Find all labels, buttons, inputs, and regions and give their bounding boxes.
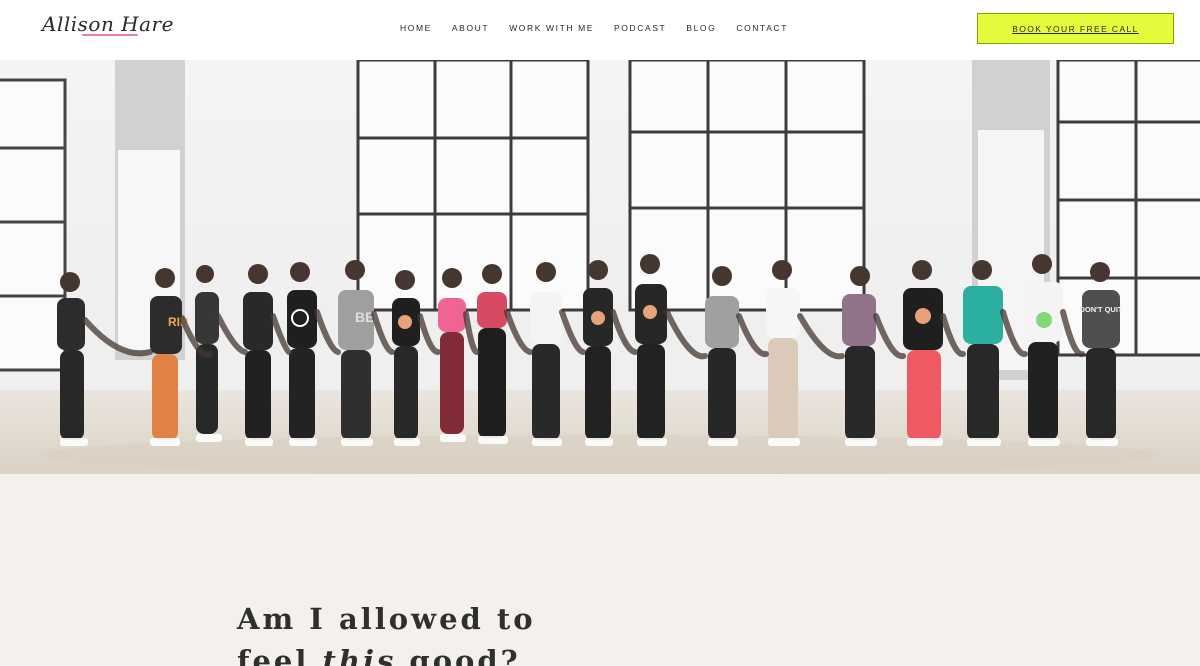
- hero-photo-illustration: RIP BE DON'T QUIT: [0, 60, 1200, 474]
- intro-headline: Am I allowed to feel this good?: [237, 598, 536, 666]
- nav-link-work-with-me[interactable]: WORK WITH ME: [509, 23, 594, 33]
- book-free-call-button[interactable]: BOOK YOUR FREE CALL: [977, 13, 1174, 44]
- hero-image: RIP BE DON'T QUIT: [0, 60, 1200, 474]
- nav-link-blog[interactable]: BLOG: [686, 23, 716, 33]
- site-header: Allison Hare HOME ABOUT WORK WITH ME POD…: [0, 0, 1200, 60]
- intro-section: Am I allowed to feel this good?: [0, 474, 1200, 666]
- logo-underline-decoration: [82, 34, 138, 36]
- nav-link-home[interactable]: HOME: [400, 23, 432, 33]
- page: Allison Hare HOME ABOUT WORK WITH ME POD…: [0, 0, 1200, 666]
- main-nav: HOME ABOUT WORK WITH ME PODCAST BLOG CON…: [400, 23, 788, 33]
- nav-link-contact[interactable]: CONTACT: [736, 23, 788, 33]
- site-logo[interactable]: Allison Hare: [42, 12, 174, 36]
- headline-emphasis: this: [322, 644, 397, 666]
- nav-link-about[interactable]: ABOUT: [452, 23, 489, 33]
- nav-link-podcast[interactable]: PODCAST: [614, 23, 666, 33]
- headline-line-1: Am I allowed to: [237, 602, 536, 636]
- headline-line-2-end: good?: [396, 644, 521, 666]
- headline-line-2-start: feel: [237, 644, 323, 666]
